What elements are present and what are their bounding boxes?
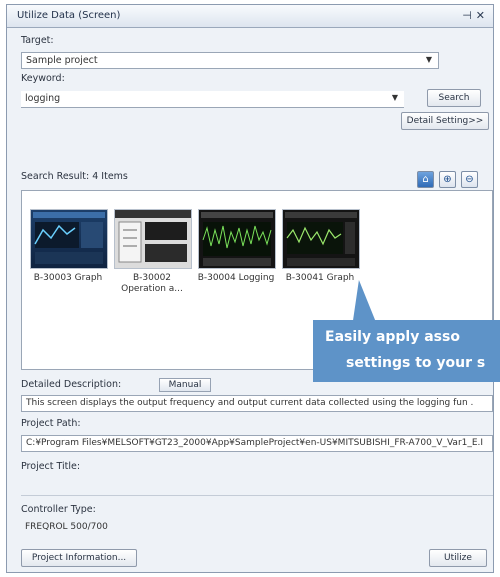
controller-label: Controller Type: — [21, 504, 96, 515]
target-label: Target: — [21, 35, 54, 46]
home-icon[interactable]: ⌂ — [417, 171, 434, 188]
result-thumbnail[interactable] — [198, 209, 276, 269]
target-select[interactable]: Sample project ▼ — [21, 52, 439, 69]
search-button[interactable]: Search — [427, 89, 481, 107]
utilize-button[interactable]: Utilize — [429, 549, 487, 567]
chevron-down-icon[interactable]: ▼ — [392, 93, 398, 102]
chevron-down-icon: ▼ — [425, 55, 432, 64]
result-label: B-30002 Operation a... — [121, 273, 183, 294]
callout-line-2: settings to your s — [346, 355, 486, 371]
description-text: This screen displays the output frequenc… — [21, 395, 493, 412]
project-path-label: Project Path: — [21, 418, 81, 429]
close-icon[interactable]: ✕ — [476, 9, 485, 22]
title-bar: Utilize Data (Screen) ⊣ ✕ — [7, 5, 493, 28]
zoom-in-icon[interactable]: ⊕ — [439, 171, 456, 188]
project-title-field — [21, 479, 493, 496]
project-path-field: C:¥Program Files¥MELSOFT¥GT23_2000¥App¥S… — [21, 435, 493, 452]
result-thumbnail[interactable] — [30, 209, 108, 269]
window-title: Utilize Data (Screen) — [17, 10, 121, 21]
result-label: B-30003 Graph — [33, 273, 103, 283]
keyword-input[interactable]: logging ▼ — [21, 91, 404, 108]
manual-button[interactable]: Manual — [159, 378, 211, 392]
utilize-data-panel: Utilize Data (Screen) ⊣ ✕ Target: Sample … — [6, 4, 494, 573]
result-thumbnail[interactable] — [282, 209, 360, 269]
callout-line-1: Easily apply asso — [325, 329, 460, 345]
result-count: Search Result: 4 Items — [21, 171, 128, 182]
project-title-label: Project Title: — [21, 461, 81, 472]
controller-type-field: FREQROL 500/700 — [25, 522, 108, 532]
project-information-button[interactable]: Project Information... — [21, 549, 137, 567]
detail-settings-button[interactable]: Detail Setting>> — [401, 112, 489, 130]
keyword-value: logging — [25, 93, 61, 104]
feature-callout: Easily apply asso settings to your s — [313, 320, 500, 382]
target-value: Sample project — [26, 55, 98, 66]
pin-icon[interactable]: ⊣ — [462, 9, 472, 22]
keyword-label: Keyword: — [21, 73, 65, 84]
description-label: Detailed Description: — [21, 379, 122, 390]
result-thumbnail[interactable] — [114, 209, 192, 269]
zoom-out-icon[interactable]: ⊖ — [461, 171, 478, 188]
result-label: B-30004 Logging — [197, 273, 275, 283]
